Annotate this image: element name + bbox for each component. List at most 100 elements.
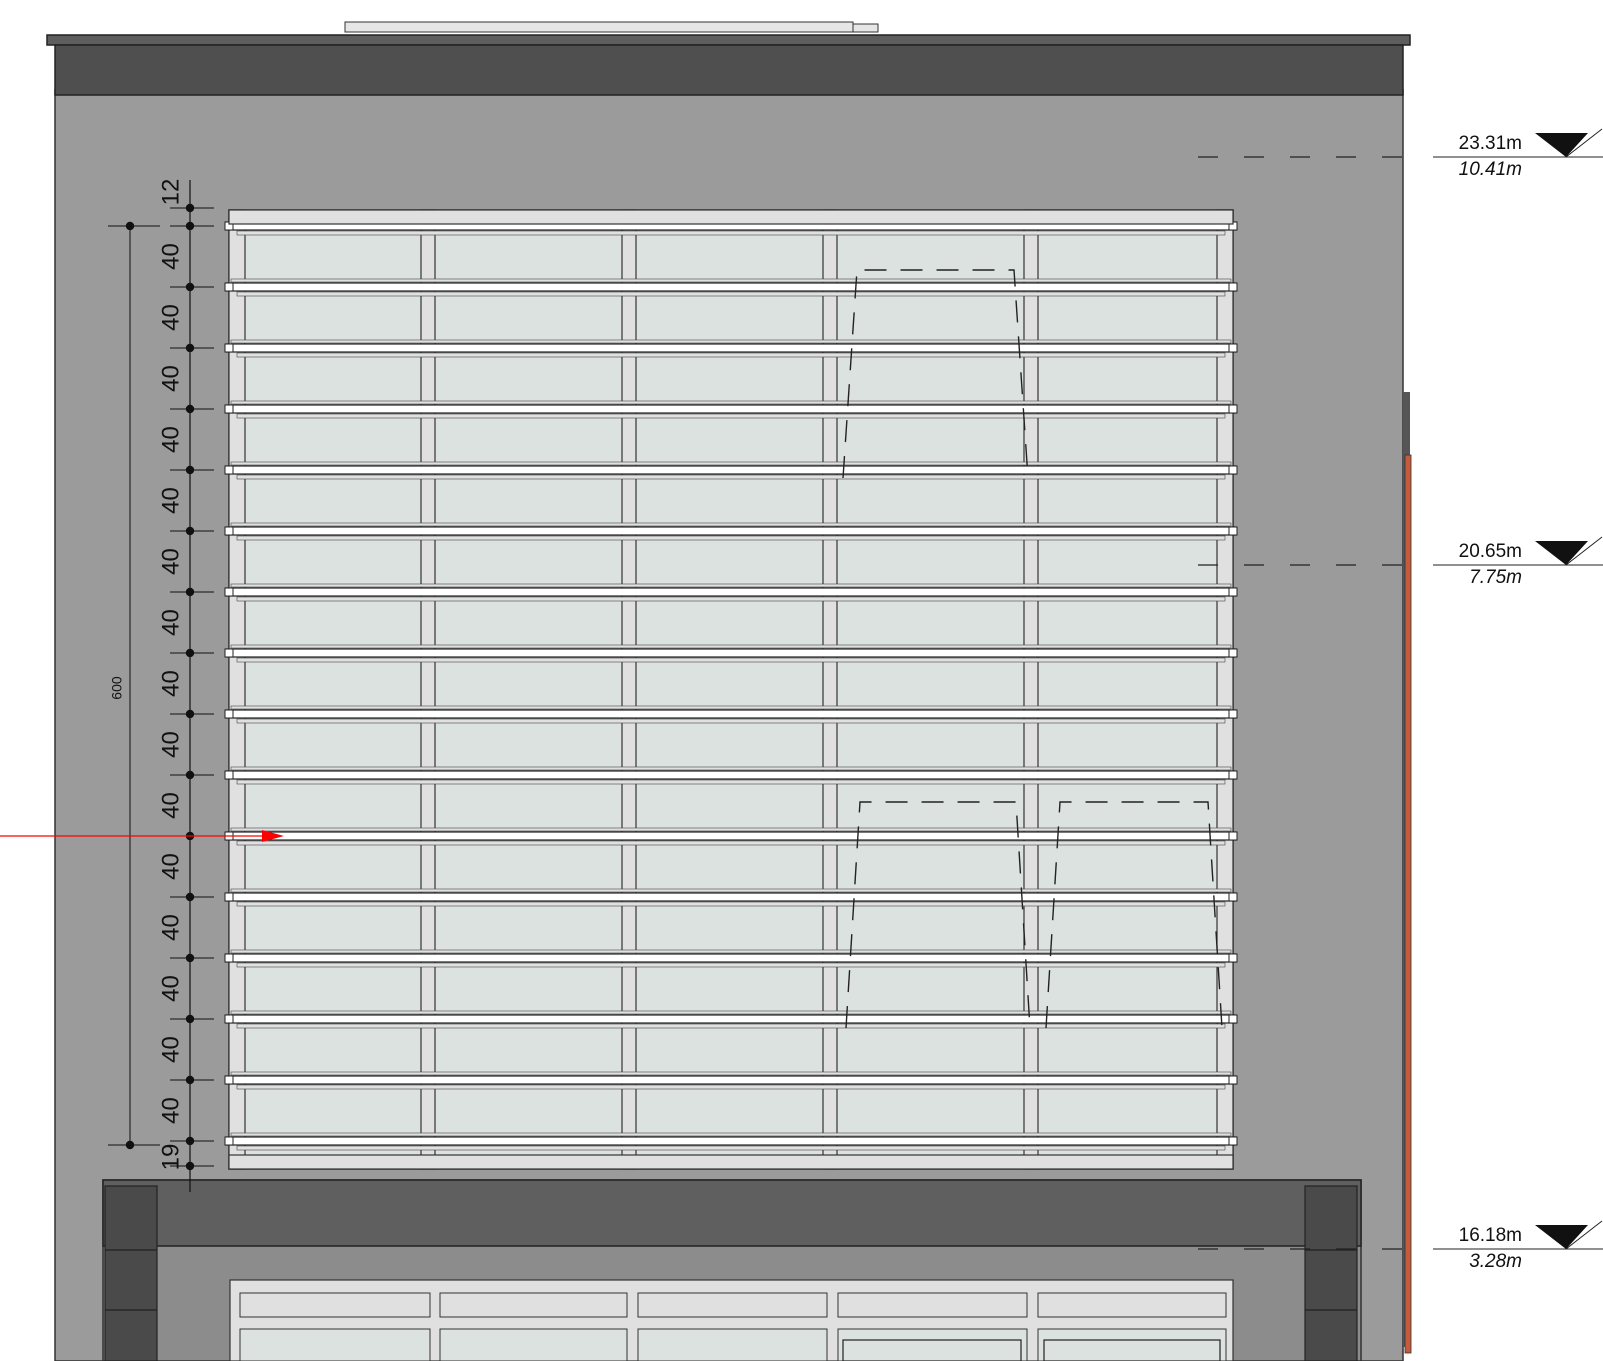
louvre-bar	[225, 1136, 1237, 1146]
level-triangle-icon	[1535, 133, 1588, 157]
bar-end-cap	[224, 526, 234, 536]
transom	[236, 474, 1226, 480]
transom	[236, 718, 1226, 724]
shopfront-transom-panel	[1037, 1292, 1227, 1318]
transom	[230, 583, 1232, 588]
shopfront-glass	[439, 1328, 628, 1361]
head-frame	[228, 209, 1234, 225]
transom	[230, 522, 1232, 527]
right-column	[1304, 1185, 1358, 1361]
overall-dimension-node	[125, 221, 135, 231]
elevation-drawing: 12 40 40 40 40 40 40 40 40 40 40 40 40 40 40 40 19 600 23…	[0, 21, 1603, 1361]
bar-end-cap	[1228, 404, 1238, 414]
dimension-label: 40	[157, 304, 184, 331]
roof-hatch	[344, 21, 854, 33]
dimension-label: 40	[157, 1036, 184, 1063]
dimension-node	[185, 709, 195, 719]
dimension-label: 40	[157, 487, 184, 514]
transom	[230, 339, 1232, 344]
dimension-node	[185, 343, 195, 353]
level-triangle-icon	[1535, 541, 1588, 565]
bar-end-cap	[224, 1014, 234, 1024]
bar-end-cap	[224, 709, 234, 719]
louvre-bar	[225, 1014, 1237, 1024]
bar-end-cap	[1228, 587, 1238, 597]
louvre-bar	[225, 953, 1237, 963]
dimension-label: 40	[157, 731, 184, 758]
bar-end-cap	[1228, 1075, 1238, 1085]
dimension-node	[185, 1161, 195, 1171]
transom	[236, 291, 1226, 297]
canopy-beam	[102, 1179, 1362, 1247]
dimension-label: 40	[157, 1097, 184, 1124]
transom	[230, 1071, 1232, 1076]
door-leaf	[1043, 1339, 1221, 1361]
transom	[230, 949, 1232, 954]
bar-end-cap	[1228, 343, 1238, 353]
overall-dimension-node	[125, 1140, 135, 1150]
bar-end-cap	[1228, 648, 1238, 658]
brick-edge	[1404, 454, 1412, 1354]
shopfront-glass	[637, 1328, 828, 1361]
louvre-bar	[225, 892, 1237, 902]
transom	[236, 901, 1226, 907]
bar-end-cap	[1228, 465, 1238, 475]
dimension-label-bottom: 19	[157, 1144, 184, 1171]
level-relative: 7.75m	[1469, 567, 1522, 588]
dimension-node	[185, 1136, 195, 1146]
curtain-wall	[224, 209, 1238, 1170]
transom	[236, 230, 1226, 236]
bar-end-cap	[224, 282, 234, 292]
dimension-label-top: 12	[157, 179, 184, 206]
louvre-bar	[225, 587, 1237, 597]
level-relative: 10.41m	[1459, 159, 1522, 180]
transom	[236, 596, 1226, 602]
bar-end-cap	[1228, 526, 1238, 536]
louvre-bar	[225, 526, 1237, 536]
transom	[236, 1084, 1226, 1090]
transom	[230, 644, 1232, 649]
transom	[230, 827, 1232, 832]
bar-end-cap	[224, 1136, 234, 1146]
dimension-label: 40	[157, 914, 184, 941]
dimension-node	[185, 953, 195, 963]
transom	[230, 1010, 1232, 1015]
shopfront-transom-panel	[837, 1292, 1028, 1318]
transom	[230, 400, 1232, 405]
bar-end-cap	[224, 343, 234, 353]
louvre-bar	[225, 648, 1237, 658]
dimension-label: 40	[157, 243, 184, 270]
shopfront-transom-panel	[439, 1292, 628, 1318]
shopfront-glass	[239, 1328, 431, 1361]
transom	[230, 1132, 1232, 1137]
dimension-node	[185, 203, 195, 213]
transom	[236, 352, 1226, 358]
transom	[236, 840, 1226, 846]
roof-hatch-cap	[852, 23, 879, 33]
bar-end-cap	[1228, 282, 1238, 292]
dimension-label: 40	[157, 670, 184, 697]
bar-end-cap	[224, 1075, 234, 1085]
dimension-node	[185, 465, 195, 475]
transom	[236, 413, 1226, 419]
dimension-node	[185, 282, 195, 292]
louvre-bar	[225, 831, 1237, 841]
bar-end-cap	[1228, 709, 1238, 719]
bar-end-cap	[224, 465, 234, 475]
transom	[230, 705, 1232, 710]
louvre-bar	[225, 770, 1237, 780]
level-relative: 3.28m	[1469, 1251, 1522, 1272]
bar-end-cap	[224, 892, 234, 902]
level-absolute: 20.65m	[1459, 541, 1522, 562]
louvre-bar	[225, 465, 1237, 475]
louvre-bar	[225, 282, 1237, 292]
bar-end-cap	[1228, 770, 1238, 780]
transom	[236, 1145, 1226, 1151]
dimension-node	[185, 221, 195, 231]
louvre-bar	[225, 404, 1237, 414]
dimension-node	[185, 648, 195, 658]
dimension-label: 40	[157, 975, 184, 1002]
bar-end-cap	[1228, 1136, 1238, 1146]
transom	[236, 535, 1226, 541]
shopfront-transom-panel	[637, 1292, 828, 1318]
